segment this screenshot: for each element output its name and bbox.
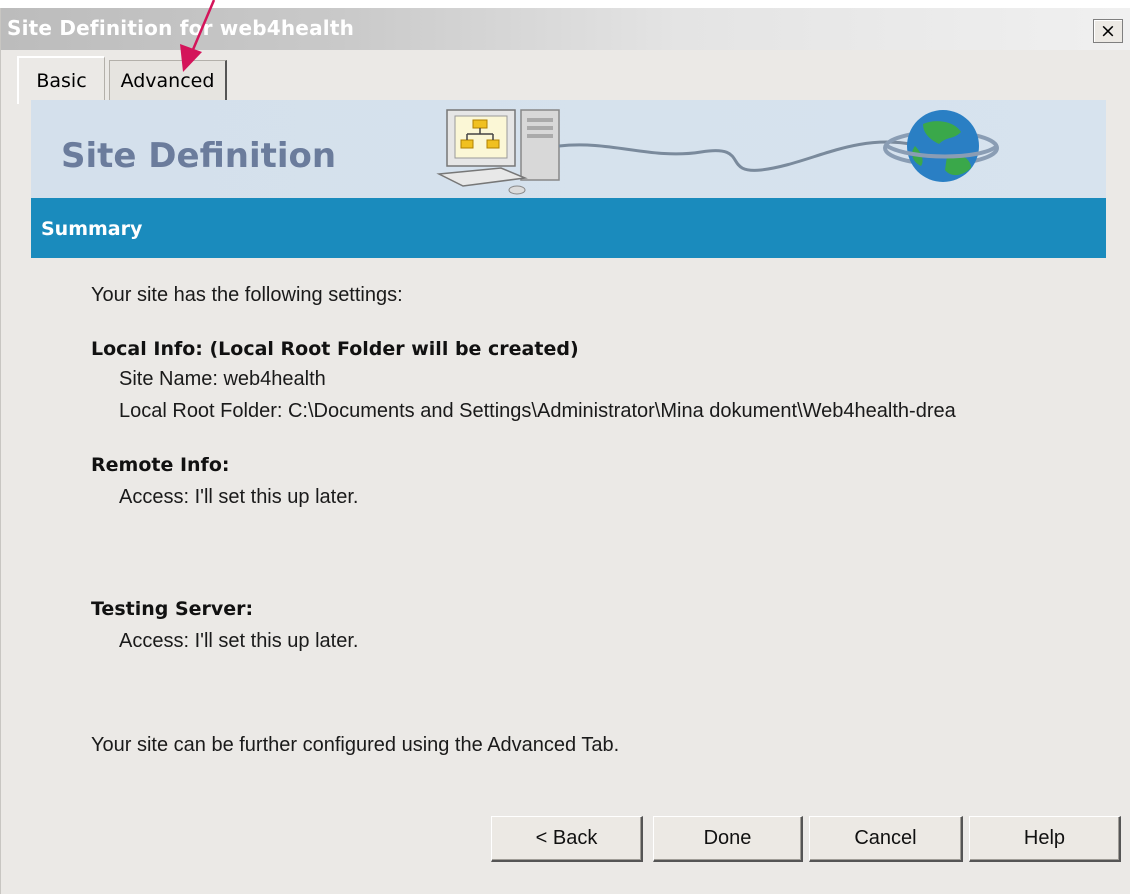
testing-access-text: Access: I'll set this up later. <box>119 630 359 652</box>
local-info-heading: Local Info: (Local Root Folder will be c… <box>91 338 579 360</box>
done-button-label: Done <box>703 827 752 849</box>
cancel-button[interactable]: Cancel <box>809 816 963 862</box>
remote-access-text: Access: I'll set this up later. <box>119 486 359 508</box>
footer-note: Your site can be further configured usin… <box>91 734 620 756</box>
remote-info-heading: Remote Info: <box>91 454 230 476</box>
summary-content: Your site has the following settings: Lo… <box>1 8 1130 894</box>
site-name-text: Site Name: web4health <box>119 368 326 390</box>
local-root-folder-text: Local Root Folder: C:\Documents and Sett… <box>119 400 956 422</box>
site-definition-dialog: Site Definition for web4health × Advance… <box>0 8 1130 894</box>
cancel-button-label: Cancel <box>854 827 917 849</box>
done-button[interactable]: Done <box>653 816 803 862</box>
testing-server-heading: Testing Server: <box>91 598 254 620</box>
help-button-label: Help <box>1023 827 1066 849</box>
intro-text: Your site has the following settings: <box>91 284 403 306</box>
back-button-label: < Back <box>535 827 598 849</box>
help-button[interactable]: Help <box>969 816 1121 862</box>
back-button[interactable]: < Back <box>491 816 643 862</box>
